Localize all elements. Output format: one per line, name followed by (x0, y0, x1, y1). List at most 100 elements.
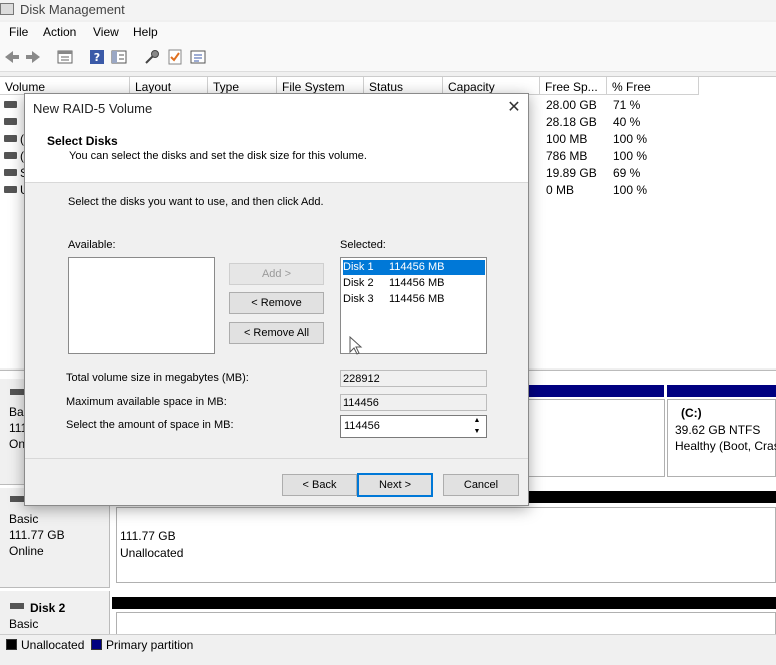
toolbar: ? (0, 44, 776, 72)
volume-icon (4, 169, 17, 176)
list-item[interactable]: Disk 2 114456 MB (343, 276, 485, 291)
menu-help[interactable]: Help (133, 25, 158, 39)
unallocated-bar (112, 597, 776, 609)
cancel-button[interactable]: Cancel (443, 474, 519, 496)
disk-size: 114456 MB (389, 293, 445, 305)
disk-icon (10, 603, 24, 609)
unallocated-segment[interactable] (116, 612, 776, 635)
divider (25, 458, 528, 459)
disk-2-type: Basic (9, 617, 39, 631)
list-icon[interactable] (189, 48, 207, 66)
list-item[interactable]: Disk 1 114456 MB (343, 260, 485, 275)
unallocated-segment[interactable]: 111.77 GB Unallocated (116, 507, 776, 583)
menu-view[interactable]: View (93, 25, 119, 39)
unallocated-swatch (6, 639, 17, 650)
percent-free-cell: 100 % (613, 132, 648, 146)
disk-management-icon (0, 3, 14, 15)
menu-file[interactable]: File (9, 25, 28, 39)
partition-c-title: (C:) (681, 406, 702, 420)
menu-action[interactable]: Action (43, 25, 76, 39)
legend-primary-partition: Primary partition (106, 638, 194, 652)
percent-free-cell: 100 % (613, 183, 648, 197)
partition-bar (528, 385, 664, 397)
volume-icon (4, 152, 17, 159)
remove-button[interactable]: < Remove (229, 292, 324, 314)
next-button[interactable]: Next > (357, 473, 433, 497)
max-space-label: Maximum available space in MB: (66, 396, 227, 408)
percent-free-cell: 69 % (613, 166, 641, 180)
title-bar: Disk Management (0, 0, 776, 20)
dialog-title: New RAID-5 Volume (33, 101, 153, 116)
available-disks-list[interactable] (68, 257, 215, 354)
column-header-free-space[interactable]: Free Sp... (540, 77, 607, 95)
volume-icon (4, 186, 17, 193)
help-icon[interactable]: ? (88, 48, 106, 66)
volume-icon (4, 118, 17, 125)
max-space-field: 114456 (340, 394, 487, 411)
legend: Unallocated Primary partition (0, 634, 776, 654)
partition-c-status: Healthy (Boot, Cras (675, 439, 776, 453)
percent-free-cell: 100 % (613, 149, 648, 163)
free-space-cell: 786 MB (546, 149, 588, 163)
spin-up-icon[interactable]: ▲ (469, 416, 485, 426)
connect-icon[interactable] (143, 48, 161, 66)
disk-2-label[interactable]: Disk 2 Basic (0, 591, 110, 635)
instruction-text: Select the disks you want to use, and th… (68, 196, 324, 208)
dialog-heading: Select Disks (47, 134, 118, 148)
percent-free-cell: 40 % (613, 115, 641, 129)
menu-bar: File Action View Help (0, 22, 776, 44)
free-space-cell: 100 MB (546, 132, 588, 146)
free-space-cell: 28.18 GB (546, 115, 597, 129)
forward-arrow-icon[interactable] (24, 48, 42, 66)
close-icon[interactable]: ✕ (503, 97, 525, 119)
percent-free-cell: 71 % (613, 98, 641, 112)
space-amount-value: 114456 (344, 420, 380, 432)
view-icon[interactable] (110, 48, 128, 66)
disk-icon (10, 496, 24, 502)
spin-down-icon[interactable]: ▼ (469, 427, 485, 437)
dialog-header: New RAID-5 Volume ✕ Select Disks You can… (25, 94, 528, 183)
disk-name: Disk 2 (343, 277, 374, 289)
disk-1-status: Online (9, 544, 44, 558)
available-label: Available: (68, 239, 116, 251)
new-raid5-volume-dialog: New RAID-5 Volume ✕ Select Disks You can… (24, 93, 529, 506)
primary-partition-swatch (91, 639, 102, 650)
unallocated-bar (528, 491, 776, 503)
disk-name: Disk 1 (343, 261, 374, 273)
partition-c-segment[interactable]: (C:) 39.62 GB NTFS Healthy (Boot, Cras (667, 399, 776, 477)
add-button[interactable]: Add > (229, 263, 324, 285)
space-amount-stepper[interactable]: 114456 ▲ ▼ (340, 415, 487, 438)
total-size-field: 228912 (340, 370, 487, 387)
volume-icon (4, 101, 17, 108)
disk-icon (10, 389, 24, 395)
mouse-cursor-icon (349, 335, 363, 356)
window-title: Disk Management (20, 2, 125, 17)
volume-icon (4, 135, 17, 142)
unallocated-label: Unallocated (120, 546, 184, 560)
list-item[interactable]: Disk 3 114456 MB (343, 292, 485, 307)
free-space-cell: 0 MB (546, 183, 575, 197)
disk-1-type: Basic (9, 512, 39, 526)
disk-1-size: 111.77 GB (9, 528, 65, 542)
disk-2-name: Disk 2 (30, 601, 66, 615)
dialog-subheading: You can select the disks and set the dis… (69, 150, 367, 162)
unallocated-size: 111.77 GB (120, 529, 176, 543)
back-button[interactable]: < Back (282, 474, 357, 496)
free-space-cell: 19.89 GB (546, 166, 597, 180)
legend-unallocated: Unallocated (21, 638, 85, 652)
partition-segment[interactable] (528, 399, 665, 477)
free-space-cell: 28.00 GB (546, 98, 597, 112)
back-arrow-icon[interactable] (3, 48, 21, 66)
properties-icon[interactable] (56, 48, 74, 66)
remove-all-button[interactable]: < Remove All (229, 322, 324, 344)
space-amount-label: Select the amount of space in MB: (66, 419, 234, 431)
partition-bar-c (667, 385, 776, 397)
partition-c-size: 39.62 GB NTFS (675, 423, 761, 437)
total-size-label: Total volume size in megabytes (MB): (66, 372, 249, 384)
disk-size: 114456 MB (389, 277, 445, 289)
selected-label: Selected: (340, 239, 386, 251)
column-header-percent-free[interactable]: % Free (607, 77, 699, 95)
disk-size: 114456 MB (389, 261, 445, 273)
check-icon[interactable] (166, 48, 184, 66)
disk-name: Disk 3 (343, 293, 374, 305)
